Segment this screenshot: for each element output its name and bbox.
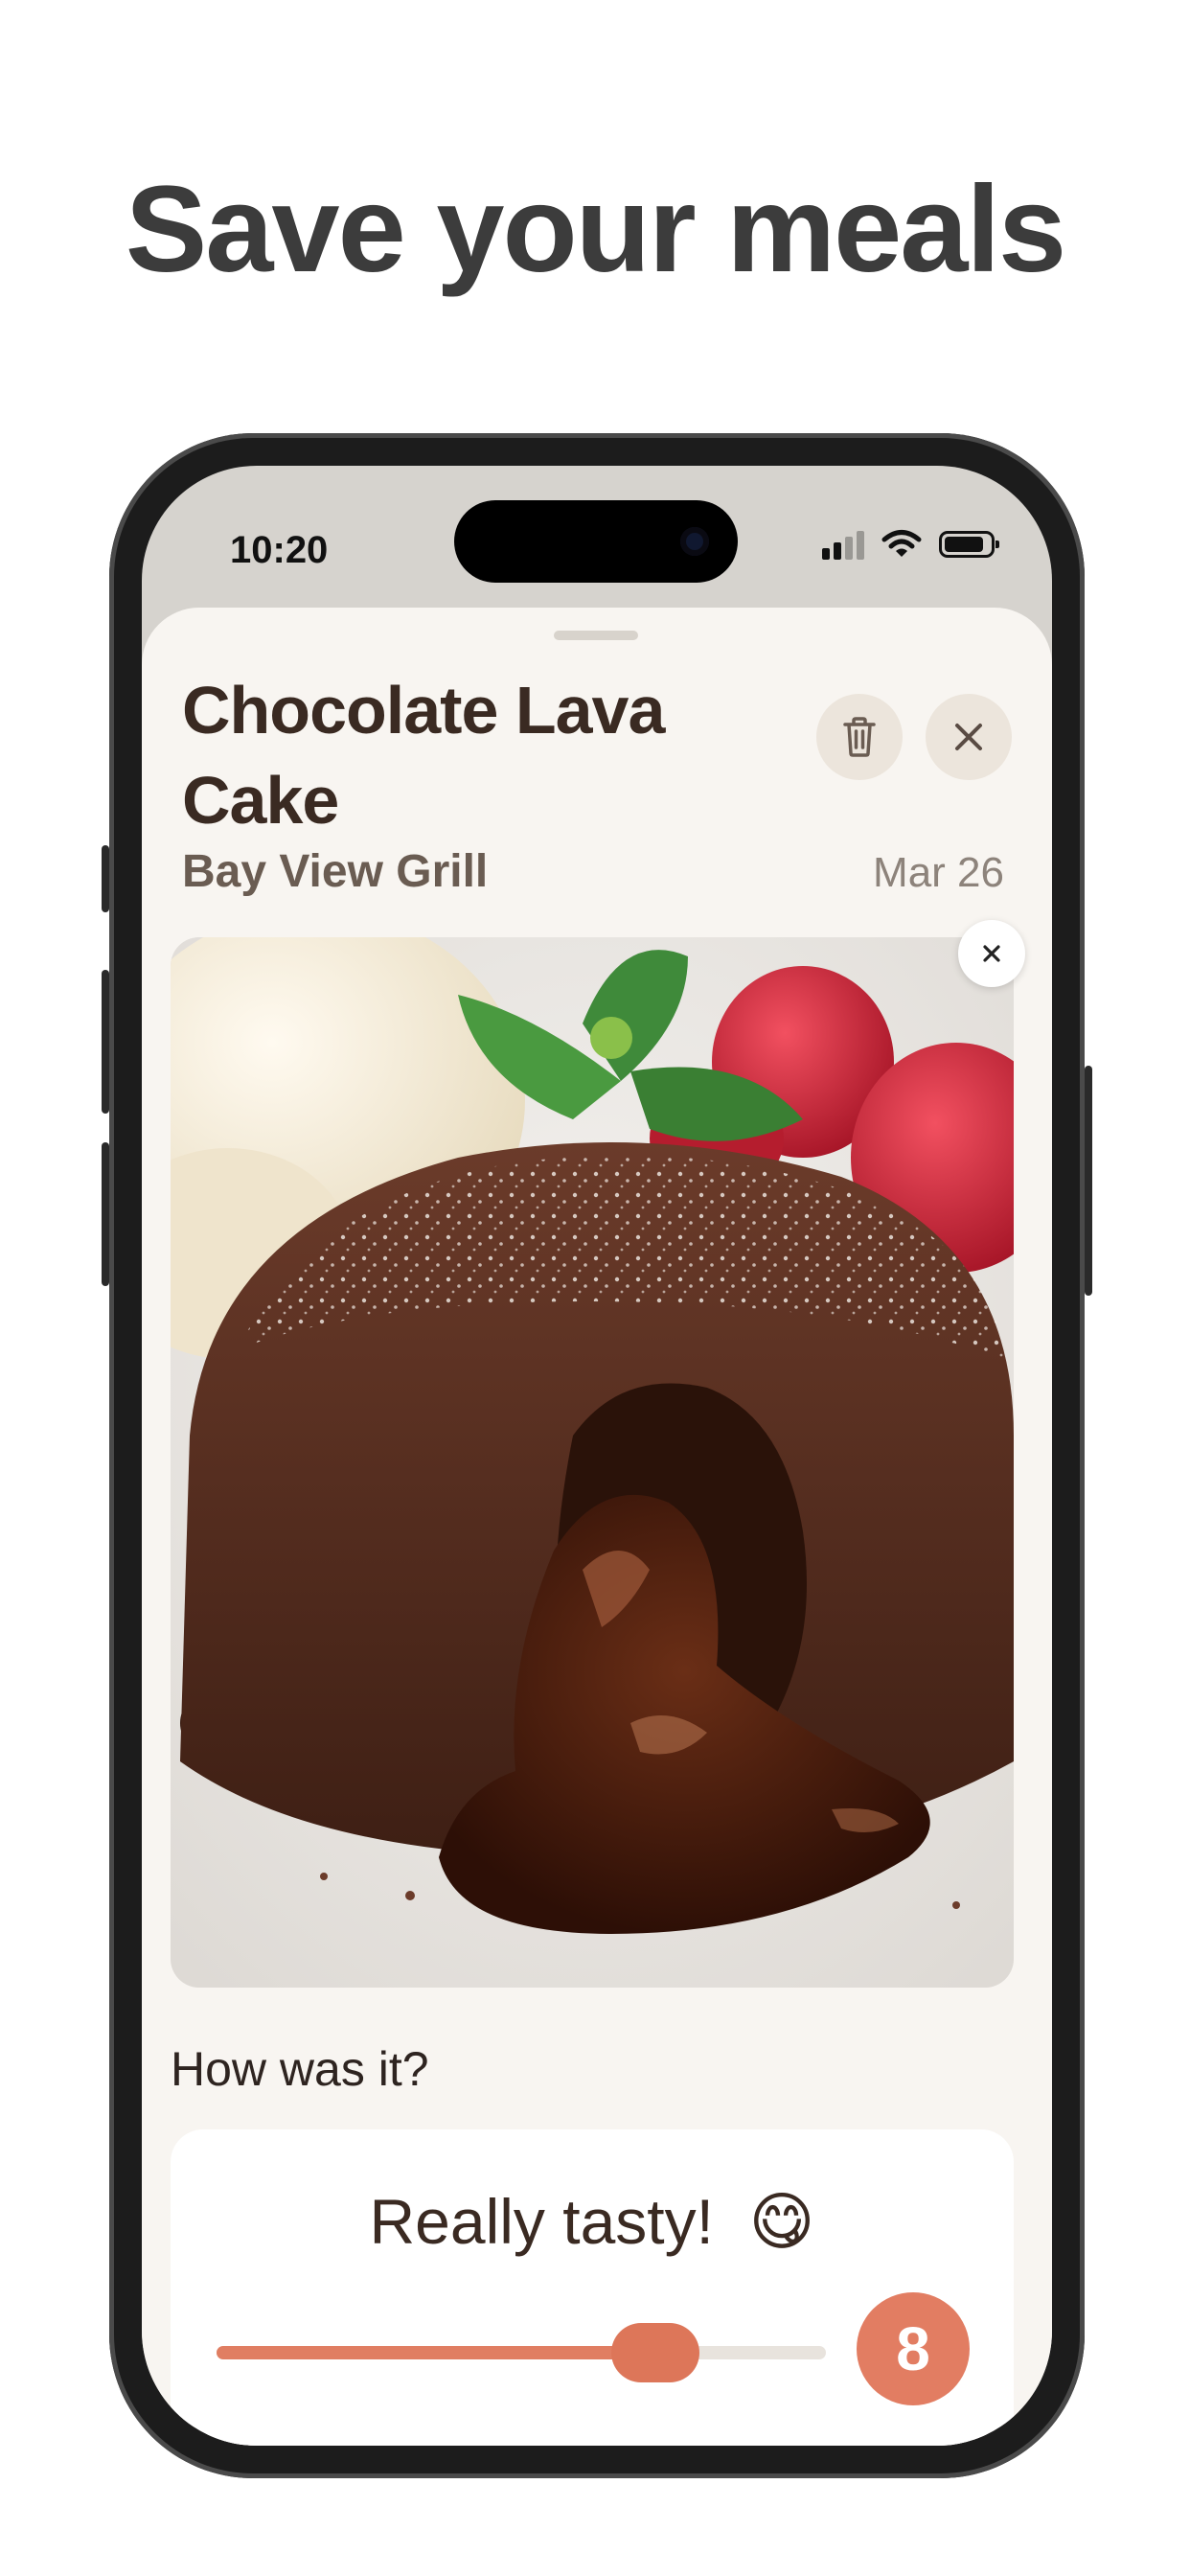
rating-card: Really tasty! 😋 8 (171, 2129, 1014, 2446)
sheet-grabber[interactable] (554, 631, 638, 640)
meal-detail-sheet: Chocolate Lava Cake Bay View Grill Mar 2… (142, 608, 1052, 2446)
status-time: 10:20 (230, 529, 329, 571)
dynamic-island (454, 500, 738, 583)
action-button (102, 845, 109, 912)
rating-prompt: How was it? (171, 2042, 429, 2096)
rating-emoji: 😋 (748, 2186, 815, 2257)
remove-photo-button[interactable] (958, 920, 1025, 987)
meal-title: Chocolate Lava Cake (182, 673, 665, 838)
battery-icon (939, 531, 999, 558)
rating-slider-thumb[interactable] (610, 2323, 699, 2382)
close-icon (955, 724, 982, 750)
phone-frame: 10:20 Chocolate Lava Cake Bay View Grill… (102, 433, 1092, 2478)
phone-screen: 10:20 Chocolate Lava Cake Bay View Grill… (142, 466, 1052, 2446)
restaurant-name: Bay View Grill (182, 846, 489, 897)
volume-up-button (102, 970, 109, 1114)
headline: Save your meals (125, 161, 1066, 298)
rating-score: 8 (857, 2292, 970, 2405)
delete-button[interactable] (816, 694, 903, 780)
rating-label-row: Really tasty! 😋 (171, 2185, 1014, 2259)
rating-slider[interactable] (217, 2323, 826, 2382)
volume-down-button (102, 1142, 109, 1286)
status-icons (822, 529, 999, 560)
meal-photo[interactable] (171, 937, 1014, 1988)
wifi-icon (881, 530, 922, 557)
close-icon (983, 945, 1000, 962)
lava-cake-image (171, 937, 1014, 1988)
camera-icon (680, 527, 709, 556)
rating-slider-fill (217, 2346, 655, 2359)
meal-date: Mar 26 (873, 849, 1004, 896)
trash-icon (843, 717, 876, 757)
close-button[interactable] (926, 694, 1012, 780)
power-button (1085, 1066, 1092, 1296)
rating-label: Really tasty! (369, 2186, 714, 2257)
signal-icon (822, 529, 864, 560)
